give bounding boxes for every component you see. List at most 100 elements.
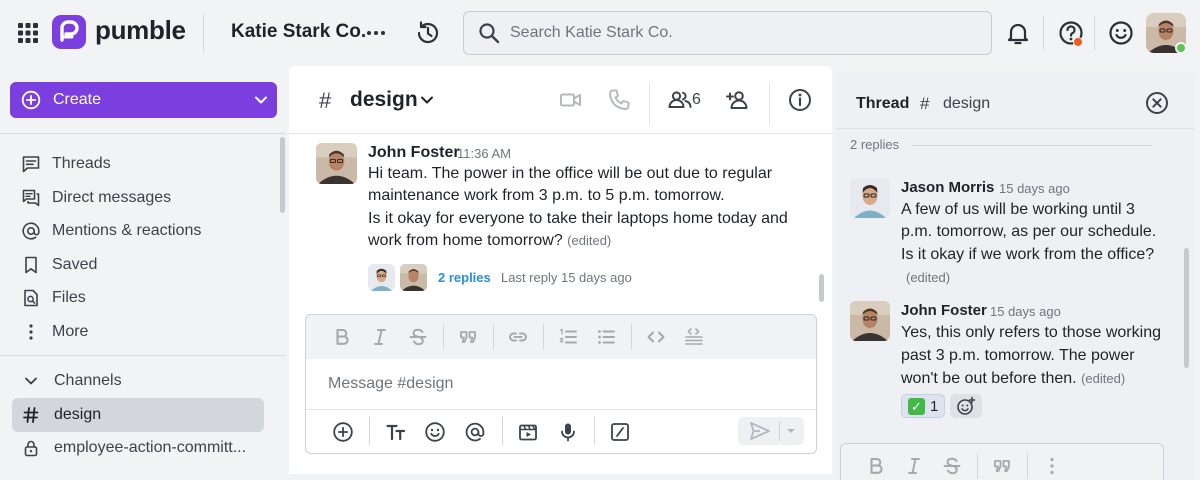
- microphone-icon[interactable]: [557, 421, 579, 443]
- create-button[interactable]: Create: [10, 82, 277, 118]
- add-reaction-button[interactable]: [950, 394, 982, 418]
- sidebar-channel-employee-action-committee[interactable]: employee-action-committ...: [12, 433, 264, 463]
- hash-icon: [23, 407, 39, 423]
- bell-icon[interactable]: [1004, 19, 1032, 47]
- attach-plus-icon[interactable]: [332, 421, 354, 443]
- direct-messages-icon: [22, 189, 40, 207]
- more-vertical-icon[interactable]: [1041, 455, 1063, 477]
- link-icon[interactable]: [507, 326, 529, 348]
- message-text: Hi team. The power in the office will be…: [368, 165, 773, 182]
- edited-label: (edited): [1081, 371, 1126, 386]
- chevron-down-icon: [25, 377, 37, 385]
- code-icon[interactable]: [645, 326, 667, 348]
- thread-scrollbar[interactable]: [1184, 248, 1189, 368]
- search-input[interactable]: [510, 20, 970, 46]
- numbered-list-icon[interactable]: [557, 326, 579, 348]
- phone-icon[interactable]: [606, 87, 632, 113]
- bulleted-list-icon[interactable]: [595, 326, 617, 348]
- reaction-checkmark[interactable]: ✓ 1: [901, 394, 945, 418]
- add-member-icon[interactable]: [725, 87, 751, 113]
- message-text: Is it okay if we work from the office?: [901, 246, 1155, 263]
- message-text: p.m. tomorrow, as per our schedule.: [901, 223, 1157, 240]
- divider: [1094, 16, 1095, 50]
- sidebar-item-mentions[interactable]: Mentions & reactions: [12, 216, 264, 246]
- member-count: 6: [692, 91, 701, 108]
- sidebar-scrollbar[interactable]: [280, 137, 285, 213]
- pumble-logo-icon: [52, 15, 86, 49]
- message-author[interactable]: John Foster: [901, 302, 987, 319]
- avatar[interactable]: [316, 143, 357, 184]
- text-format-icon[interactable]: [385, 421, 407, 443]
- quote-icon[interactable]: [991, 455, 1013, 477]
- edited-label: (edited): [567, 233, 612, 248]
- send-button[interactable]: [738, 417, 804, 445]
- edited-label: (edited): [906, 270, 951, 285]
- at-icon: [22, 222, 40, 240]
- mention-icon[interactable]: [464, 421, 486, 443]
- message-text-last: won't be out before then. (edited): [901, 370, 1125, 388]
- bold-icon[interactable]: [331, 326, 353, 348]
- thread-replies-count: 2 replies: [850, 137, 900, 152]
- message-time: 15 days ago: [990, 304, 1061, 319]
- files-icon: [24, 289, 38, 307]
- plus-circle-icon: [21, 90, 41, 110]
- sidebar-item-files[interactable]: Files: [12, 283, 264, 313]
- sidebar-item-more[interactable]: More: [12, 317, 264, 347]
- quote-icon[interactable]: [457, 326, 479, 348]
- channel-title[interactable]: design: [350, 88, 418, 112]
- add-reaction-icon: [957, 396, 976, 415]
- members-icon[interactable]: [667, 87, 693, 113]
- close-icon[interactable]: [1145, 91, 1169, 115]
- message-text: Is it okay for everyone to take their la…: [368, 210, 788, 227]
- italic-icon[interactable]: [903, 455, 925, 477]
- channels-section-label: Channels: [54, 372, 122, 389]
- channels-section-toggle[interactable]: Channels: [12, 366, 264, 396]
- divider: [203, 14, 204, 52]
- more-horizontal-icon[interactable]: [364, 21, 388, 45]
- channel-panel: # design 6 John Foster 11:36 AM Hi team.…: [289, 66, 832, 474]
- toolbar-separator: [502, 417, 503, 445]
- thread-title: Thread: [856, 95, 910, 112]
- bold-icon[interactable]: [865, 455, 887, 477]
- channel-scrollbar[interactable]: [819, 274, 824, 302]
- notification-dot: [1073, 37, 1083, 47]
- workspace-name[interactable]: Katie Stark Co.: [231, 21, 366, 43]
- strikethrough-icon[interactable]: [407, 326, 429, 348]
- slash-command-icon[interactable]: [609, 421, 631, 443]
- video-call-icon[interactable]: [558, 87, 584, 113]
- create-button-label: Create: [53, 91, 102, 108]
- sidebar-item-threads[interactable]: Threads: [12, 149, 264, 179]
- sidebar-channel-design[interactable]: design: [12, 398, 264, 432]
- video-clip-icon[interactable]: [517, 421, 539, 443]
- chevron-down-icon[interactable]: [417, 90, 437, 110]
- app-grid-icon[interactable]: [16, 21, 40, 45]
- top-bar: pumble Katie Stark Co.: [0, 0, 1200, 66]
- reply-avatar: [368, 264, 395, 291]
- message-text: won't be out before then.: [901, 370, 1077, 387]
- replies-link[interactable]: 2 replies: [438, 270, 491, 285]
- message-author[interactable]: Jason Morris: [901, 179, 994, 196]
- emoji-icon[interactable]: [424, 421, 446, 443]
- toolbar-separator: [443, 324, 444, 350]
- channel-header: # design 6: [289, 66, 832, 134]
- avatar[interactable]: [850, 301, 890, 341]
- search-bar[interactable]: [463, 11, 992, 55]
- avatar[interactable]: [850, 178, 890, 218]
- message-author[interactable]: John Foster: [368, 144, 460, 162]
- message-text-last: work from home tomorrow? (edited): [368, 232, 611, 250]
- history-icon[interactable]: [414, 19, 442, 47]
- sidebar-item-saved[interactable]: Saved: [12, 250, 264, 280]
- italic-icon[interactable]: [369, 326, 391, 348]
- thread-channel-name[interactable]: design: [943, 95, 990, 113]
- emoji-status-icon[interactable]: [1107, 19, 1135, 47]
- send-options-icon[interactable]: [785, 426, 797, 436]
- info-icon[interactable]: [787, 87, 813, 113]
- message-text: past 3 p.m. tomorrow. The power: [901, 347, 1135, 364]
- composer-divider: [306, 409, 816, 410]
- message-input[interactable]: [328, 373, 788, 395]
- sidebar-item-direct-messages[interactable]: Direct messages: [12, 183, 264, 213]
- channel-name: design: [54, 406, 102, 423]
- code-block-icon[interactable]: [683, 326, 705, 348]
- toolbar-separator: [631, 324, 632, 350]
- strikethrough-icon[interactable]: [941, 455, 963, 477]
